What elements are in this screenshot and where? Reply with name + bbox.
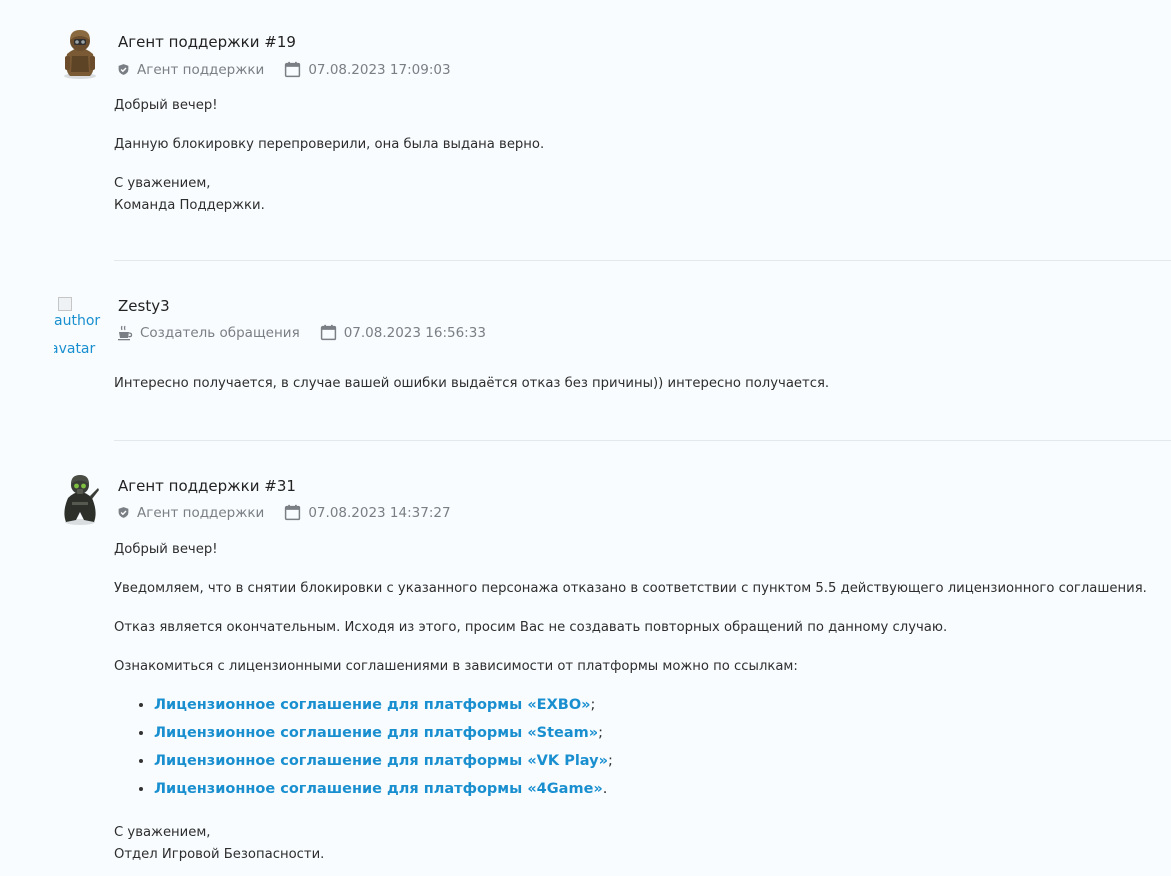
author-name[interactable]: Zesty3	[118, 297, 170, 315]
coffee-cup-icon	[117, 325, 133, 341]
paragraph: Добрый вечер!	[114, 98, 218, 113]
message-meta: Создатель обращения 07.08.2023 16:56:33	[117, 324, 486, 341]
link-suffix: ;	[598, 725, 604, 741]
message-date: 07.08.2023 17:09:03	[308, 61, 451, 78]
message-divider	[114, 440, 1171, 441]
avatar-alt-text: avatar	[54, 341, 96, 357]
message-meta: Агент поддержки 07.08.2023 17:09:03	[117, 61, 451, 78]
signature-line: Отдел Игровой Безопасности.	[114, 847, 325, 862]
calendar-icon	[284, 61, 301, 78]
shield-icon	[117, 63, 130, 76]
list-item: Лицензионное соглашение для платформы «S…	[154, 719, 1147, 747]
message-body: Добрый вечер! Уведомляем, что в снятии б…	[114, 539, 1147, 866]
signature-line: С уважением,	[114, 825, 211, 840]
shield-icon	[117, 506, 130, 519]
link-suffix: .	[602, 781, 608, 797]
paragraph: Ознакомиться с лицензионными соглашениям…	[114, 659, 798, 674]
license-link-vkplay[interactable]: Лицензионное соглашение для платформы «V…	[154, 753, 608, 769]
list-item: Лицензионное соглашение для платформы «V…	[154, 747, 1147, 775]
author-role: Агент поддержки	[137, 61, 265, 78]
paragraph: Добрый вечер!	[114, 542, 218, 557]
message-meta: Агент поддержки 07.08.2023 14:37:27	[117, 504, 451, 521]
avatar-broken-image: author avatar	[54, 296, 106, 360]
avatar-alt-text: author	[54, 313, 101, 329]
license-link-exbo[interactable]: Лицензионное соглашение для платформы «E…	[154, 697, 591, 713]
author-name[interactable]: Агент поддержки #31	[118, 477, 296, 495]
link-suffix: ;	[590, 697, 596, 713]
list-item: Лицензионное соглашение для платформы «E…	[154, 691, 1147, 719]
list-item: Лицензионное соглашение для платформы «4…	[154, 775, 1147, 803]
message-date: 07.08.2023 14:37:27	[308, 504, 451, 521]
message-date: 07.08.2023 16:56:33	[343, 324, 486, 341]
paragraph: Команда Поддержки.	[114, 198, 265, 213]
license-links-list: Лицензионное соглашение для платформы «E…	[114, 691, 1147, 803]
paragraph: С уважением,	[114, 176, 211, 191]
paragraph: Интересно получается, в случае вашей оши…	[114, 376, 830, 391]
message-body: Добрый вечер! Данную блокировку перепров…	[114, 95, 544, 217]
author-role: Создатель обращения	[140, 324, 300, 341]
paragraph: Уведомляем, что в снятии блокировки с ук…	[114, 581, 1147, 596]
calendar-icon	[320, 324, 337, 341]
license-link-steam[interactable]: Лицензионное соглашение для платформы «S…	[154, 725, 598, 741]
message-body: Интересно получается, в случае вашей оши…	[114, 373, 829, 395]
author-name[interactable]: Агент поддержки #19	[118, 33, 296, 51]
agent-19-avatar	[56, 26, 104, 80]
link-suffix: ;	[607, 753, 613, 769]
author-role: Агент поддержки	[137, 504, 265, 521]
paragraph: Отказ является окончательным. Исходя из …	[114, 620, 948, 635]
agent-31-avatar	[56, 472, 104, 526]
calendar-icon	[284, 504, 301, 521]
paragraph: Данную блокировку перепроверили, она был…	[114, 137, 545, 152]
license-link-4game[interactable]: Лицензионное соглашение для платформы «4…	[154, 781, 603, 797]
message-divider	[114, 260, 1171, 261]
